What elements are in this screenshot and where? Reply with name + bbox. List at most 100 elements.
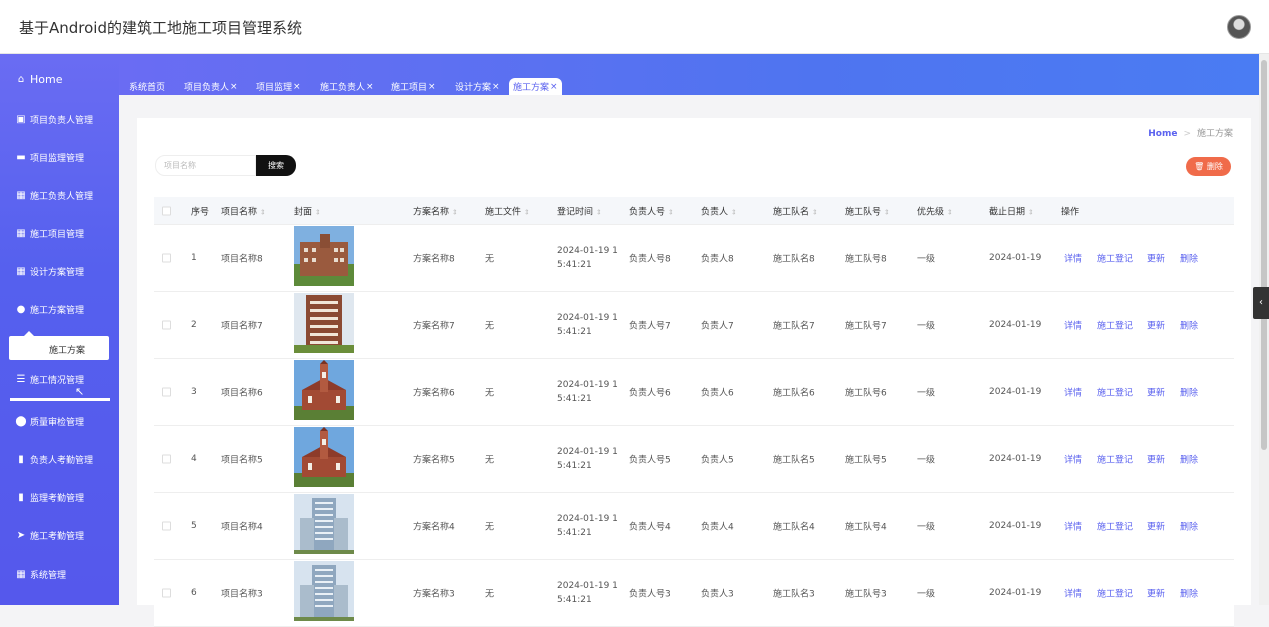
detail-link[interactable]: 详情	[1064, 386, 1082, 399]
detail-link[interactable]: 详情	[1064, 319, 1082, 332]
header-cover[interactable]: 封面 ⇕	[294, 204, 321, 217]
search-input[interactable]: 项目名称	[155, 155, 256, 176]
header-lead-no[interactable]: 负责人号 ⇕	[629, 204, 674, 217]
cell-plan: 方案名称7	[413, 321, 455, 332]
register-link[interactable]: 施工登记	[1097, 453, 1133, 466]
update-link[interactable]: 更新	[1147, 587, 1165, 600]
update-link[interactable]: 更新	[1147, 520, 1165, 533]
detail-link[interactable]: 详情	[1064, 453, 1082, 466]
sort-icon[interactable]: ⇕	[668, 208, 674, 216]
register-link[interactable]: 施工登记	[1097, 319, 1133, 332]
breadcrumb-home[interactable]: Home	[1148, 129, 1177, 139]
close-icon[interactable]: ×	[366, 82, 374, 92]
sort-icon[interactable]: ⇕	[731, 208, 737, 216]
delete-link[interactable]: 删除	[1180, 520, 1198, 533]
cell-time: 2024-01-19 1 5:41:21	[557, 378, 618, 406]
tab-project-lead[interactable]: 项目负责人 ×	[180, 78, 242, 95]
update-link[interactable]: 更新	[1147, 252, 1165, 265]
sidebar-item-construction-lead[interactable]: ▦ 施工负责人管理	[0, 176, 119, 214]
header-time[interactable]: 登记时间 ⇕	[557, 204, 602, 217]
detail-link[interactable]: 详情	[1064, 587, 1082, 600]
row-checkbox[interactable]	[162, 320, 171, 330]
sort-icon[interactable]: ⇕	[596, 208, 602, 216]
cell-deadline: 2024-01-19	[989, 521, 1042, 531]
sort-icon[interactable]: ⇕	[260, 208, 266, 216]
tab-supervisor[interactable]: 项目监理 ×	[252, 78, 305, 95]
row-checkbox[interactable]	[162, 454, 171, 464]
sidebar-item-project-lead[interactable]: ▣ 项目负责人管理	[0, 100, 119, 138]
header-lead[interactable]: 负责人 ⇕	[701, 204, 737, 217]
sidebar-item-supervisor-attendance[interactable]: ▮ 监理考勤管理	[0, 478, 119, 516]
sidebar-item-design-plan[interactable]: ▦ 设计方案管理	[0, 252, 119, 290]
update-link[interactable]: 更新	[1147, 453, 1165, 466]
delete-link[interactable]: 删除	[1180, 587, 1198, 600]
sidebar-item-quality-check[interactable]: ⬤ 质量审检管理	[0, 402, 119, 440]
sidebar-item-home[interactable]: ⌂ Home	[0, 60, 119, 98]
scrollbar-thumb[interactable]	[1261, 60, 1267, 450]
sidebar-item-construction-project[interactable]: ▦ 施工项目管理	[0, 214, 119, 252]
header-plan[interactable]: 方案名称 ⇕	[413, 204, 458, 217]
row-checkbox[interactable]	[162, 253, 171, 263]
cell-priority: 一级	[917, 254, 936, 265]
sort-icon[interactable]: ⇕	[315, 208, 321, 216]
time-line-1: 2024-01-19 1	[557, 246, 618, 256]
detail-link[interactable]: 详情	[1064, 520, 1082, 533]
tab-label: 系统首页	[129, 83, 166, 93]
delete-link[interactable]: 删除	[1180, 453, 1198, 466]
delete-link[interactable]: 删除	[1180, 252, 1198, 265]
cell-lead: 负责人5	[701, 455, 734, 466]
sidebar-item-construction-attendance[interactable]: ➤ 施工考勤管理	[0, 516, 119, 554]
header-deadline[interactable]: 截止日期 ⇕	[989, 204, 1034, 217]
register-link[interactable]: 施工登记	[1097, 252, 1133, 265]
header-priority[interactable]: 优先级 ⇕	[917, 204, 953, 217]
delete-link[interactable]: 删除	[1180, 386, 1198, 399]
cell-time: 2024-01-19 1 5:41:21	[557, 244, 618, 272]
sort-icon[interactable]: ⇕	[884, 208, 890, 216]
avatar[interactable]	[1227, 15, 1251, 39]
detail-link[interactable]: 详情	[1064, 252, 1082, 265]
sort-icon[interactable]: ⇕	[812, 208, 818, 216]
sidebar-item-supervisor[interactable]: ▬ 项目监理管理	[0, 138, 119, 176]
row-checkbox[interactable]	[162, 521, 171, 531]
update-link[interactable]: 更新	[1147, 319, 1165, 332]
sort-icon[interactable]: ⇕	[524, 208, 530, 216]
sidebar-item-label: 施工负责人管理	[30, 191, 94, 202]
row-checkbox[interactable]	[162, 387, 171, 397]
sort-icon[interactable]: ⇕	[452, 208, 458, 216]
submenu-item-construction-plan[interactable]: 施工方案	[9, 331, 109, 360]
tab-construction-plan[interactable]: 施工方案 ×	[509, 78, 562, 95]
tab-construction-project[interactable]: 施工项目 ×	[387, 78, 440, 95]
header-file[interactable]: 施工文件 ⇕	[485, 204, 530, 217]
sort-icon[interactable]: ⇕	[947, 208, 953, 216]
sidebar-item-system[interactable]: ▦ 系统管理	[0, 555, 119, 593]
register-link[interactable]: 施工登记	[1097, 520, 1133, 533]
update-link[interactable]: 更新	[1147, 386, 1165, 399]
tab-construction-lead[interactable]: 施工负责人 ×	[316, 78, 378, 95]
header-team-no[interactable]: 施工队号 ⇕	[845, 204, 890, 217]
tab-home[interactable]: 系统首页	[125, 78, 169, 95]
collapse-handle-chevron-left-icon[interactable]: ‹	[1253, 287, 1269, 319]
register-link[interactable]: 施工登记	[1097, 386, 1133, 399]
header-team[interactable]: 施工队名 ⇕	[773, 204, 818, 217]
sidebar-item-construction-status[interactable]: ☰ 施工情况管理	[0, 360, 119, 398]
header-label: 封面	[294, 207, 313, 217]
register-link[interactable]: 施工登记	[1097, 587, 1133, 600]
delete-link[interactable]: 删除	[1180, 319, 1198, 332]
select-all-checkbox[interactable]	[162, 206, 171, 215]
tab-design-plan[interactable]: 设计方案 ×	[451, 78, 504, 95]
header-project[interactable]: 项目名称 ⇕	[221, 204, 266, 217]
cell-priority: 一级	[917, 388, 936, 399]
row-checkbox[interactable]	[162, 588, 171, 598]
close-icon[interactable]: ×	[293, 82, 301, 92]
batch-delete-button[interactable]: 🗑 删除	[1186, 157, 1231, 176]
close-icon[interactable]: ×	[492, 82, 500, 92]
close-icon[interactable]: ×	[550, 82, 558, 92]
sort-icon[interactable]: ⇕	[1028, 208, 1034, 216]
sidebar-item-construction-plan[interactable]: ● 施工方案管理	[0, 290, 119, 328]
search-button[interactable]: 搜索	[256, 155, 296, 176]
close-icon[interactable]: ×	[230, 82, 238, 92]
close-icon[interactable]: ×	[428, 82, 436, 92]
cover-image	[294, 226, 354, 286]
sidebar-item-lead-attendance[interactable]: ▮ 负责人考勤管理	[0, 440, 119, 478]
cell-project: 项目名称4	[221, 522, 263, 533]
